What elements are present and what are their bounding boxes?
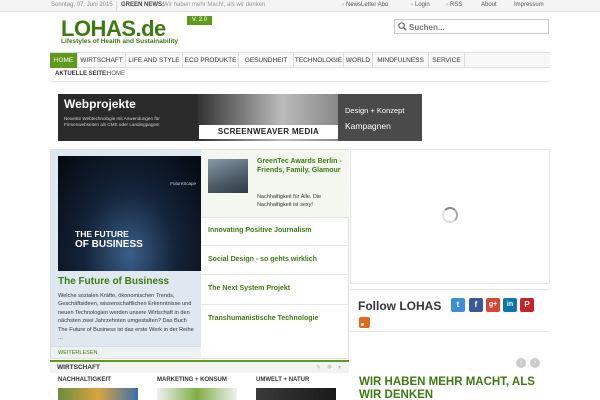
nav-item-mindfulness[interactable]: MINDFULNESS bbox=[373, 53, 429, 68]
main-navigation: HOME WIRTSCHAFT LIFE AND STYLE ECO PRODU… bbox=[50, 52, 550, 68]
featured-article: FutureScape THE FUTURE OF BUSINESS The F… bbox=[51, 150, 201, 358]
list-item[interactable]: GreenTec Awards Berlin - Friends, Family… bbox=[201, 150, 349, 218]
banner-right-line2: Kampagnen bbox=[345, 121, 391, 131]
read-more-bar: WEITERLESEN bbox=[51, 346, 201, 358]
version-badge: V. 2.0 bbox=[187, 16, 212, 25]
nav-item-world[interactable]: WORLD bbox=[344, 53, 373, 68]
category-label[interactable]: NACHHALTIGKEIT bbox=[58, 377, 111, 383]
list-item-title[interactable]: The Next System Projekt bbox=[208, 285, 290, 292]
green-news-ticker[interactable]: Wir haben mehr Macht, als wir denken bbox=[163, 2, 265, 8]
list-item-title[interactable]: Innovating Positive Journalism bbox=[208, 227, 311, 234]
banner-right-panel bbox=[338, 94, 422, 141]
featured-excerpt: Welche sozialen Kräfte, ökonomischen Tre… bbox=[58, 293, 194, 342]
banner-brand: SCREENWEAVER MEDIA bbox=[199, 125, 338, 139]
google-plus-icon[interactable]: g+ bbox=[486, 298, 500, 312]
category-label[interactable]: UMWELT + NATUR bbox=[256, 377, 309, 383]
section-header: WIRTSCHAFT ✎ ✥ ▾ bbox=[50, 360, 349, 373]
featured-image-line2: OF BUSINESS bbox=[75, 239, 143, 250]
twitter-icon[interactable]: t bbox=[451, 298, 465, 312]
advertisement-banner[interactable]: Webprojekte Neueste Webtechnologie mit A… bbox=[58, 94, 422, 141]
list-item-title[interactable]: Social Design - so gehts wirklich bbox=[208, 256, 317, 263]
top-bar: Sonntag, 07. Juni 2015 GREEN NEWS: Wir h… bbox=[0, 0, 600, 12]
featured-title[interactable]: The Future of Business bbox=[58, 276, 169, 287]
nav-item-home[interactable]: HOME bbox=[50, 53, 78, 68]
rss-link[interactable]: › RSS bbox=[446, 2, 462, 8]
section-title: WIRTSCHAFT bbox=[57, 364, 100, 371]
list-item[interactable]: Innovating Positive Journalism bbox=[201, 218, 349, 246]
follow-title: Follow LOHAS bbox=[358, 299, 442, 313]
list-item-title[interactable]: GreenTec Awards Berlin - Friends, Family… bbox=[257, 157, 345, 175]
category-image[interactable] bbox=[58, 388, 138, 400]
prev-arrow-icon[interactable]: ‹ bbox=[516, 358, 526, 368]
article-thumbnail bbox=[208, 159, 248, 193]
read-more-link[interactable]: WEITERLESEN bbox=[58, 350, 97, 356]
site-tagline: Lifestyles of Health and Sustainability bbox=[61, 38, 179, 45]
banner-right-line1: Design + Konzept bbox=[345, 106, 405, 115]
banner-subtitle: Neueste Webtechnologie mit Anwendungen f… bbox=[64, 116, 160, 127]
nav-item-gesundheit[interactable]: GESUNDHEIT bbox=[239, 53, 294, 68]
nav-item-eco-produkte[interactable]: ECO PRODUKTE bbox=[183, 53, 239, 68]
list-item-desc: Nachhaltigkeit für Alle. Die Nachhaltigk… bbox=[257, 194, 322, 208]
nav-item-wirtschaft[interactable]: WIRTSCHAFT bbox=[78, 53, 126, 68]
linkedin-icon[interactable]: in bbox=[503, 298, 517, 312]
current-date: Sonntag, 07. Juni 2015 bbox=[51, 2, 113, 8]
search-input[interactable] bbox=[409, 22, 544, 32]
settings-icon[interactable]: ✎ bbox=[316, 364, 321, 371]
login-link[interactable]: › Login bbox=[411, 2, 430, 8]
nav-item-service[interactable]: SERVICE bbox=[429, 53, 465, 68]
featured-image-caption: FutureScape bbox=[170, 181, 196, 186]
featured-image[interactable]: FutureScape THE FUTURE OF BUSINESS bbox=[58, 156, 201, 271]
facebook-icon[interactable]: f bbox=[469, 298, 483, 312]
list-item[interactable]: Transhumanistische Technologie bbox=[201, 305, 349, 335]
category-image[interactable] bbox=[157, 388, 237, 400]
next-arrow-icon[interactable]: › bbox=[530, 358, 540, 368]
featured-list: GreenTec Awards Berlin - Friends, Family… bbox=[201, 150, 349, 358]
banner-title: Webprojekte bbox=[64, 97, 136, 111]
impressum-link[interactable]: Impressum bbox=[514, 2, 544, 8]
collapse-icon[interactable]: ▾ bbox=[338, 364, 341, 371]
featured-slider: FutureScape THE FUTURE OF BUSINESS The F… bbox=[50, 149, 349, 359]
green-news-label: GREEN NEWS: bbox=[121, 2, 165, 8]
list-item-title[interactable]: Transhumanistische Technologie bbox=[208, 315, 318, 322]
category-label[interactable]: MARKETING + KONSUM bbox=[157, 377, 227, 383]
headline-quote[interactable]: WIR HABEN MEHR MACHT, ALS WIR DENKEN bbox=[359, 376, 549, 400]
breadcrumb: AKTUELLE SEITE: HOME bbox=[50, 68, 550, 82]
drag-icon[interactable]: ✥ bbox=[327, 364, 332, 371]
about-link[interactable]: About bbox=[481, 2, 497, 8]
list-item[interactable]: Social Design - so gehts wirklich bbox=[201, 246, 349, 275]
breadcrumb-label: AKTUELLE SEITE: bbox=[55, 71, 109, 77]
featured-image-line1: THE FUTURE bbox=[75, 229, 129, 239]
list-item[interactable]: The Next System Projekt bbox=[201, 275, 349, 305]
nav-item-technologie[interactable]: TECHNOLOGIE bbox=[294, 53, 344, 68]
newsletter-link[interactable]: › NewsLetter Abo bbox=[342, 2, 388, 8]
search-box[interactable] bbox=[394, 19, 549, 34]
search-icon bbox=[398, 22, 407, 31]
category-image[interactable] bbox=[256, 388, 336, 400]
pinterest-icon[interactable]: P bbox=[520, 298, 534, 312]
nav-item-life-and-style[interactable]: LIFE AND STYLE bbox=[126, 53, 183, 68]
loading-spinner-icon bbox=[442, 207, 458, 223]
rss-icon[interactable] bbox=[359, 317, 370, 328]
divider bbox=[116, 1, 117, 11]
breadcrumb-current[interactable]: HOME bbox=[107, 71, 125, 77]
